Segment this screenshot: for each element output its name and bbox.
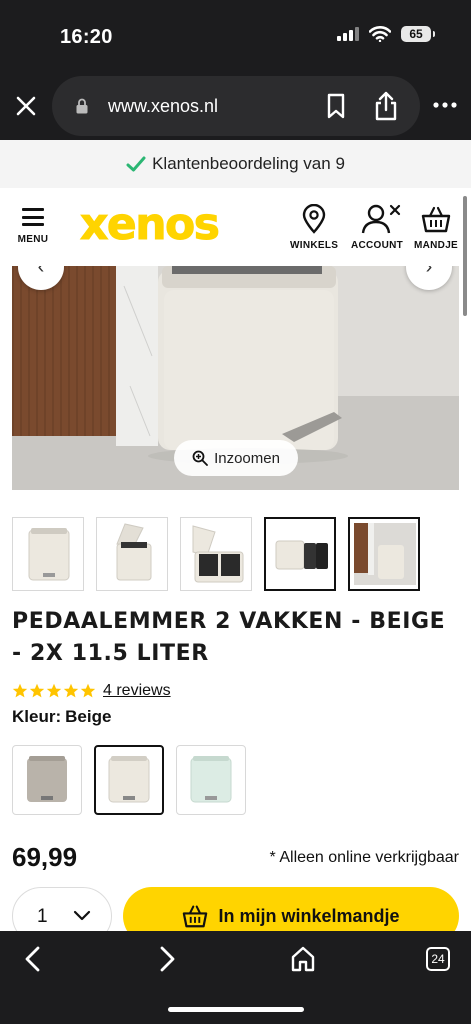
basket-icon	[421, 206, 451, 233]
stores-button[interactable]: WINKELS	[290, 204, 338, 251]
star-icon	[63, 683, 79, 698]
chevron-down-icon	[73, 910, 91, 921]
thumbnail-bathroom-scene[interactable]	[348, 517, 420, 591]
colour-value: Beige	[65, 707, 112, 726]
browser-bottom-bar: 24	[0, 931, 471, 1024]
colour-label-text: Kleur:	[12, 707, 62, 726]
swatch-image	[108, 756, 150, 803]
thumbnail-strip	[12, 517, 459, 591]
zoom-button[interactable]: Inzoomen	[174, 440, 298, 476]
account-label: ACCOUNT	[350, 240, 404, 251]
reviews-link[interactable]: 4 reviews	[103, 682, 171, 700]
banner-text: Klantenbeoordeling van 9	[152, 154, 345, 173]
status-icons: 65	[337, 26, 435, 42]
zoom-label: Inzoomen	[214, 449, 280, 467]
colour-swatches	[12, 745, 252, 817]
star-icon	[12, 683, 28, 698]
rating-row: 4 reviews	[12, 682, 171, 700]
swatch-image	[27, 756, 67, 802]
tabs-button[interactable]: 24	[426, 947, 450, 971]
forward-icon[interactable]	[156, 945, 178, 973]
thumbnail-image	[275, 540, 328, 570]
address-bar[interactable]: www.xenos.nl	[52, 76, 420, 136]
colour-label: Kleur: Beige	[12, 707, 111, 727]
thumbnail-image	[28, 528, 70, 581]
quantity-value: 1	[37, 906, 48, 927]
menu-label: MENU	[17, 234, 49, 245]
back-icon[interactable]	[22, 945, 44, 973]
chevron-right-icon: ›	[425, 266, 433, 278]
browser-toolbar: www.xenos.nl	[0, 70, 471, 140]
thumbnail-image	[192, 525, 244, 583]
product-price: 69,99	[12, 842, 78, 872]
thumbnail-side-by-side[interactable]	[264, 517, 336, 591]
star-icon	[46, 683, 62, 698]
stores-label: WINKELS	[290, 240, 339, 251]
swatch-beige[interactable]	[94, 745, 164, 815]
account-button[interactable]: ACCOUNT	[349, 204, 405, 251]
availability-note: * Alleen online verkrijgbaar	[269, 849, 459, 866]
swatch-taupe[interactable]	[12, 745, 82, 815]
bookmark-icon[interactable]	[324, 93, 348, 119]
lock-icon	[76, 98, 88, 114]
thumbnail-front-view[interactable]	[12, 517, 84, 591]
star-icon	[80, 683, 96, 698]
menu-button[interactable]: MENU	[12, 208, 54, 252]
battery-icon: 65	[401, 26, 435, 42]
zoom-in-icon	[192, 450, 208, 466]
cart-label: MANDJE	[414, 240, 459, 251]
thumbnail-image	[354, 523, 416, 585]
thumbnail-image	[116, 523, 152, 581]
share-icon[interactable]	[372, 90, 400, 122]
more-options-icon[interactable]	[432, 98, 458, 112]
swatch-mint[interactable]	[176, 745, 246, 815]
product-title: PEDAALEMMER 2 VAKKEN - BEIGE - 2X 11.5 L…	[12, 609, 446, 666]
url-text: www.xenos.nl	[108, 96, 219, 116]
ios-status-bar: 16:20 65	[0, 0, 471, 70]
review-banner: Klantenbeoordeling van 9	[0, 140, 471, 188]
checkmark-icon	[126, 156, 146, 172]
cellular-signal-icon	[337, 27, 359, 41]
status-time: 16:20	[60, 26, 113, 48]
wifi-icon	[369, 26, 391, 42]
thumbnail-open-lid[interactable]	[96, 517, 168, 591]
xenos-logo[interactable]: xenos	[79, 199, 220, 250]
hamburger-icon	[22, 208, 44, 226]
basket-icon	[183, 905, 208, 928]
close-icon[interactable]	[12, 92, 40, 120]
scrollbar[interactable]	[463, 196, 467, 316]
home-icon[interactable]	[290, 945, 316, 973]
add-to-cart-label: In mijn winkelmandje	[218, 905, 400, 926]
chevron-left-icon: ‹	[37, 266, 45, 278]
swatch-image	[190, 756, 232, 803]
star-icon	[29, 683, 45, 698]
star-rating	[12, 683, 96, 699]
thumbnail-inner-buckets[interactable]	[180, 517, 252, 591]
home-indicator	[168, 1007, 304, 1012]
site-header: MENU xenos WINKELS ACCOUNT MANDJE	[0, 188, 471, 266]
cart-button[interactable]: MANDJE	[414, 204, 458, 251]
map-pin-icon	[302, 204, 326, 234]
account-icon	[361, 204, 401, 234]
product-main-image[interactable]: ‹ › Inzoomen	[12, 266, 459, 490]
